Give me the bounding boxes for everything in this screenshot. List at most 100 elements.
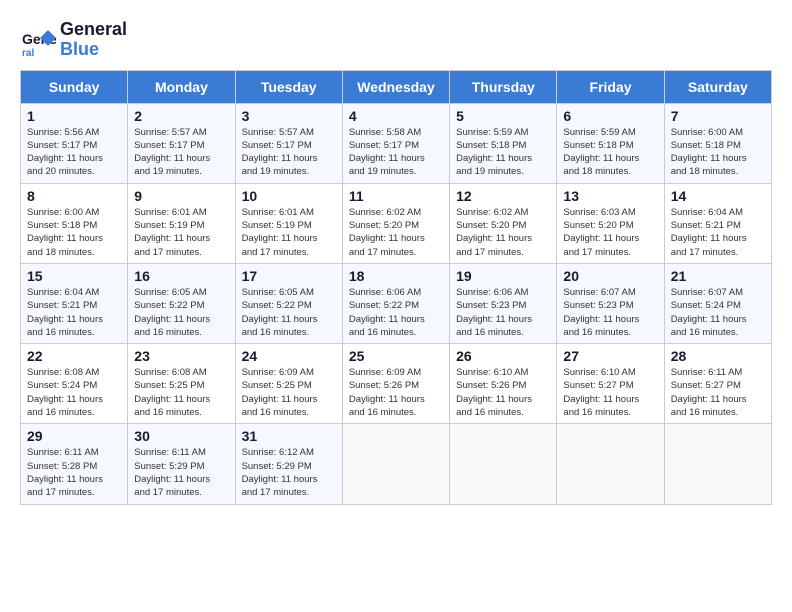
calendar-cell: 3 Sunrise: 5:57 AMSunset: 5:17 PMDaylight…: [235, 103, 342, 183]
calendar-cell: 12 Sunrise: 6:02 AMSunset: 5:20 PMDayligh…: [450, 183, 557, 263]
day-number: 1: [27, 108, 121, 124]
calendar-table: SundayMondayTuesdayWednesdayThursdayFrid…: [20, 70, 772, 505]
day-number: 22: [27, 348, 121, 364]
calendar-cell: 6 Sunrise: 5:59 AMSunset: 5:18 PMDaylight…: [557, 103, 664, 183]
day-info: Sunrise: 6:11 AMSunset: 5:29 PMDaylight:…: [134, 446, 228, 499]
calendar-row-3: 15 Sunrise: 6:04 AMSunset: 5:21 PMDayligh…: [21, 263, 772, 343]
day-info: Sunrise: 6:11 AMSunset: 5:27 PMDaylight:…: [671, 366, 765, 419]
day-info: Sunrise: 6:02 AMSunset: 5:20 PMDaylight:…: [456, 206, 550, 259]
calendar-cell: 20Sunrise: 6:07 AMSunset: 5:23 PMDayligh…: [557, 263, 664, 343]
calendar-cell: 5Sunrise: 5:59 AMSunset: 5:18 PMDaylight…: [450, 103, 557, 183]
day-info: Sunrise: 6:06 AMSunset: 5:22 PMDaylight:…: [349, 286, 443, 339]
calendar-cell: 18 Sunrise: 6:06 AMSunset: 5:22 PMDayligh…: [342, 263, 449, 343]
day-number: 18: [349, 268, 443, 284]
calendar-cell: 9Sunrise: 6:01 AMSunset: 5:19 PMDaylight…: [128, 183, 235, 263]
day-number: 25: [349, 348, 443, 364]
day-number: 8: [27, 188, 121, 204]
day-number: 7: [671, 108, 765, 124]
page-header: Gene ral General Blue: [20, 20, 772, 60]
day-number: 24: [242, 348, 336, 364]
calendar-row-2: 8 Sunrise: 6:00 AMSunset: 5:18 PMDaylight…: [21, 183, 772, 263]
day-number: 14: [671, 188, 765, 204]
calendar-row-5: 29 Sunrise: 6:11 AMSunset: 5:28 PMDayligh…: [21, 424, 772, 504]
calendar-cell: 30Sunrise: 6:11 AMSunset: 5:29 PMDayligh…: [128, 424, 235, 504]
day-number: 29: [27, 428, 121, 444]
calendar-cell: 4Sunrise: 5:58 AMSunset: 5:17 PMDaylight…: [342, 103, 449, 183]
calendar-cell: 14 Sunrise: 6:04 AMSunset: 5:21 PMDayligh…: [664, 183, 771, 263]
calendar-cell: [342, 424, 449, 504]
day-number: 27: [563, 348, 657, 364]
day-info: Sunrise: 6:04 AMSunset: 5:21 PMDaylight:…: [27, 286, 121, 339]
day-info: Sunrise: 6:01 AMSunset: 5:19 PMDaylight:…: [134, 206, 228, 259]
calendar-cell: 22 Sunrise: 6:08 AMSunset: 5:24 PMDayligh…: [21, 344, 128, 424]
calendar-cell: 7 Sunrise: 6:00 AMSunset: 5:18 PMDaylight…: [664, 103, 771, 183]
calendar-cell: 24 Sunrise: 6:09 AMSunset: 5:25 PMDayligh…: [235, 344, 342, 424]
calendar-cell: 2Sunrise: 5:57 AMSunset: 5:17 PMDaylight…: [128, 103, 235, 183]
calendar-cell: 8 Sunrise: 6:00 AMSunset: 5:18 PMDaylight…: [21, 183, 128, 263]
day-info: Sunrise: 6:01 AMSunset: 5:19 PMDaylight:…: [242, 206, 336, 259]
day-header-friday: Friday: [557, 70, 664, 103]
day-info: Sunrise: 6:08 AMSunset: 5:24 PMDaylight:…: [27, 366, 121, 419]
day-info: Sunrise: 6:10 AMSunset: 5:26 PMDaylight:…: [456, 366, 550, 419]
day-number: 3: [242, 108, 336, 124]
day-number: 26: [456, 348, 550, 364]
day-header-saturday: Saturday: [664, 70, 771, 103]
day-info: Sunrise: 6:00 AMSunset: 5:18 PMDaylight:…: [671, 126, 765, 179]
calendar-cell: 27 Sunrise: 6:10 AMSunset: 5:27 PMDayligh…: [557, 344, 664, 424]
svg-text:ral: ral: [22, 48, 34, 58]
calendar-cell: [450, 424, 557, 504]
logo-icon: Gene ral: [20, 22, 56, 58]
logo-text-line2: Blue: [60, 40, 127, 60]
day-number: 28: [671, 348, 765, 364]
day-info: Sunrise: 6:09 AMSunset: 5:25 PMDaylight:…: [242, 366, 336, 419]
calendar-cell: [557, 424, 664, 504]
day-info: Sunrise: 6:02 AMSunset: 5:20 PMDaylight:…: [349, 206, 443, 259]
logo: Gene ral General Blue: [20, 20, 127, 60]
day-info: Sunrise: 6:04 AMSunset: 5:21 PMDaylight:…: [671, 206, 765, 259]
day-number: 21: [671, 268, 765, 284]
day-number: 11: [349, 188, 443, 204]
calendar-cell: 23 Sunrise: 6:08 AMSunset: 5:25 PMDayligh…: [128, 344, 235, 424]
calendar-cell: 13Sunrise: 6:03 AMSunset: 5:20 PMDayligh…: [557, 183, 664, 263]
day-info: Sunrise: 5:56 AMSunset: 5:17 PMDaylight:…: [27, 126, 121, 179]
calendar-cell: 21Sunrise: 6:07 AMSunset: 5:24 PMDayligh…: [664, 263, 771, 343]
calendar-cell: 16 Sunrise: 6:05 AMSunset: 5:22 PMDayligh…: [128, 263, 235, 343]
calendar-cell: 28 Sunrise: 6:11 AMSunset: 5:27 PMDayligh…: [664, 344, 771, 424]
calendar-cell: 19 Sunrise: 6:06 AMSunset: 5:23 PMDayligh…: [450, 263, 557, 343]
calendar-cell: 11 Sunrise: 6:02 AMSunset: 5:20 PMDayligh…: [342, 183, 449, 263]
day-info: Sunrise: 6:00 AMSunset: 5:18 PMDaylight:…: [27, 206, 121, 259]
day-header-monday: Monday: [128, 70, 235, 103]
day-info: Sunrise: 6:05 AMSunset: 5:22 PMDaylight:…: [242, 286, 336, 339]
day-number: 20: [563, 268, 657, 284]
day-number: 16: [134, 268, 228, 284]
day-number: 6: [563, 108, 657, 124]
calendar-cell: [664, 424, 771, 504]
calendar-cell: 26 Sunrise: 6:10 AMSunset: 5:26 PMDayligh…: [450, 344, 557, 424]
calendar-cell: 29 Sunrise: 6:11 AMSunset: 5:28 PMDayligh…: [21, 424, 128, 504]
day-info: Sunrise: 6:06 AMSunset: 5:23 PMDaylight:…: [456, 286, 550, 339]
day-info: Sunrise: 6:12 AMSunset: 5:29 PMDaylight:…: [242, 446, 336, 499]
day-header-tuesday: Tuesday: [235, 70, 342, 103]
day-info: Sunrise: 6:10 AMSunset: 5:27 PMDaylight:…: [563, 366, 657, 419]
day-number: 13: [563, 188, 657, 204]
day-number: 12: [456, 188, 550, 204]
day-info: Sunrise: 6:08 AMSunset: 5:25 PMDaylight:…: [134, 366, 228, 419]
day-info: Sunrise: 5:59 AMSunset: 5:18 PMDaylight:…: [563, 126, 657, 179]
day-info: Sunrise: 6:09 AMSunset: 5:26 PMDaylight:…: [349, 366, 443, 419]
day-number: 10: [242, 188, 336, 204]
calendar-row-4: 22 Sunrise: 6:08 AMSunset: 5:24 PMDayligh…: [21, 344, 772, 424]
day-info: Sunrise: 6:11 AMSunset: 5:28 PMDaylight:…: [27, 446, 121, 499]
day-info: Sunrise: 5:57 AMSunset: 5:17 PMDaylight:…: [134, 126, 228, 179]
day-header-sunday: Sunday: [21, 70, 128, 103]
day-info: Sunrise: 6:05 AMSunset: 5:22 PMDaylight:…: [134, 286, 228, 339]
calendar-header: SundayMondayTuesdayWednesdayThursdayFrid…: [21, 70, 772, 103]
day-number: 15: [27, 268, 121, 284]
day-number: 23: [134, 348, 228, 364]
day-info: Sunrise: 5:57 AMSunset: 5:17 PMDaylight:…: [242, 126, 336, 179]
day-number: 19: [456, 268, 550, 284]
day-number: 31: [242, 428, 336, 444]
day-number: 17: [242, 268, 336, 284]
calendar-row-1: 1 Sunrise: 5:56 AMSunset: 5:17 PMDaylight…: [21, 103, 772, 183]
day-number: 5: [456, 108, 550, 124]
calendar-cell: 10 Sunrise: 6:01 AMSunset: 5:19 PMDayligh…: [235, 183, 342, 263]
